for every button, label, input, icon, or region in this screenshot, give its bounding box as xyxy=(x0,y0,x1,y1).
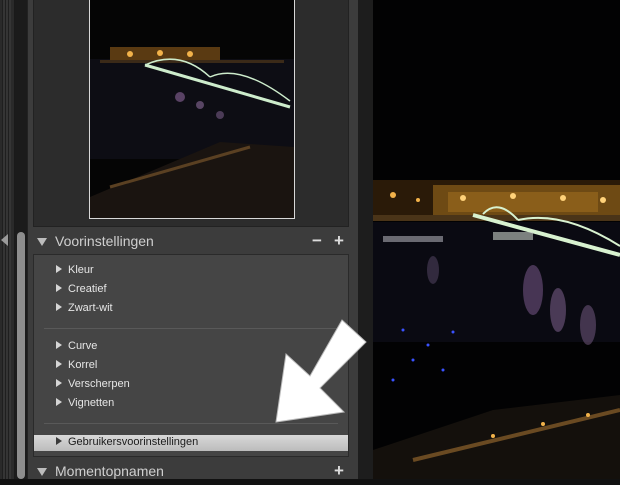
preset-folder-label: Creatief xyxy=(68,283,107,295)
preset-folder-vignetten[interactable]: Vignetten xyxy=(56,397,114,415)
navigator-photo-thumbnail[interactable] xyxy=(89,0,295,219)
preset-folder-label: Vignetten xyxy=(68,397,115,409)
collapsed-left-panel xyxy=(0,0,15,479)
expand-arrow-icon[interactable] xyxy=(56,379,62,388)
remove-preset-button[interactable]: − xyxy=(310,231,324,251)
main-image-view[interactable] xyxy=(373,0,620,479)
pointer-arrow-icon xyxy=(275,319,367,423)
preset-folder-korrel[interactable]: Korrel xyxy=(56,359,97,377)
night-city-photo xyxy=(373,0,620,479)
presets-panel-header[interactable]: Voorinstellingen − + xyxy=(28,229,359,255)
navigator-preview[interactable] xyxy=(33,0,349,227)
scrollbar-thumb[interactable] xyxy=(17,232,25,479)
presets-panel-title: Voorinstellingen xyxy=(55,233,154,249)
preset-folder-label: Kleur xyxy=(68,264,94,276)
preset-folder-zwart-wit[interactable]: Zwart-wit xyxy=(56,302,113,320)
preset-folder-label: Verscherpen xyxy=(68,378,130,390)
collapse-triangle-icon[interactable] xyxy=(37,238,47,246)
preset-folder-creatief[interactable]: Creatief xyxy=(56,283,107,301)
snapshots-panel-header[interactable]: Momentopnamen + xyxy=(28,459,359,485)
add-snapshot-button[interactable]: + xyxy=(332,461,346,481)
expand-arrow-icon[interactable] xyxy=(56,341,62,350)
selected-preset-folder[interactable]: Gebruikersvoorinstellingen xyxy=(56,436,198,454)
preset-folder-label: Curve xyxy=(68,340,98,352)
expand-arrow-icon[interactable] xyxy=(56,398,62,407)
preset-folder-label: Korrel xyxy=(68,359,98,371)
preset-folder-verscherpen[interactable]: Verscherpen xyxy=(56,378,130,396)
add-preset-button[interactable]: + xyxy=(332,231,346,251)
expand-arrow-icon[interactable] xyxy=(56,265,62,274)
preset-folder-label: Zwart-wit xyxy=(68,302,113,314)
preset-folder-user-presets[interactable]: Gebruikersvoorinstellingen xyxy=(34,435,348,451)
preset-folder-curve[interactable]: Curve xyxy=(56,340,97,358)
preset-folder-label: Gebruikersvoorinstellingen xyxy=(68,436,199,448)
expand-panel-arrow-icon[interactable] xyxy=(1,234,8,246)
panel-scrollbar[interactable] xyxy=(15,0,27,479)
night-city-thumbnail-image xyxy=(90,0,294,218)
expand-arrow-icon[interactable] xyxy=(56,303,62,312)
expand-arrow-icon[interactable] xyxy=(56,360,62,369)
collapse-triangle-icon[interactable] xyxy=(37,468,47,476)
snapshots-panel-title: Momentopnamen xyxy=(55,463,164,479)
expand-arrow-icon[interactable] xyxy=(56,437,62,446)
expand-arrow-icon[interactable] xyxy=(56,284,62,293)
preset-folder-kleur[interactable]: Kleur xyxy=(56,264,94,282)
